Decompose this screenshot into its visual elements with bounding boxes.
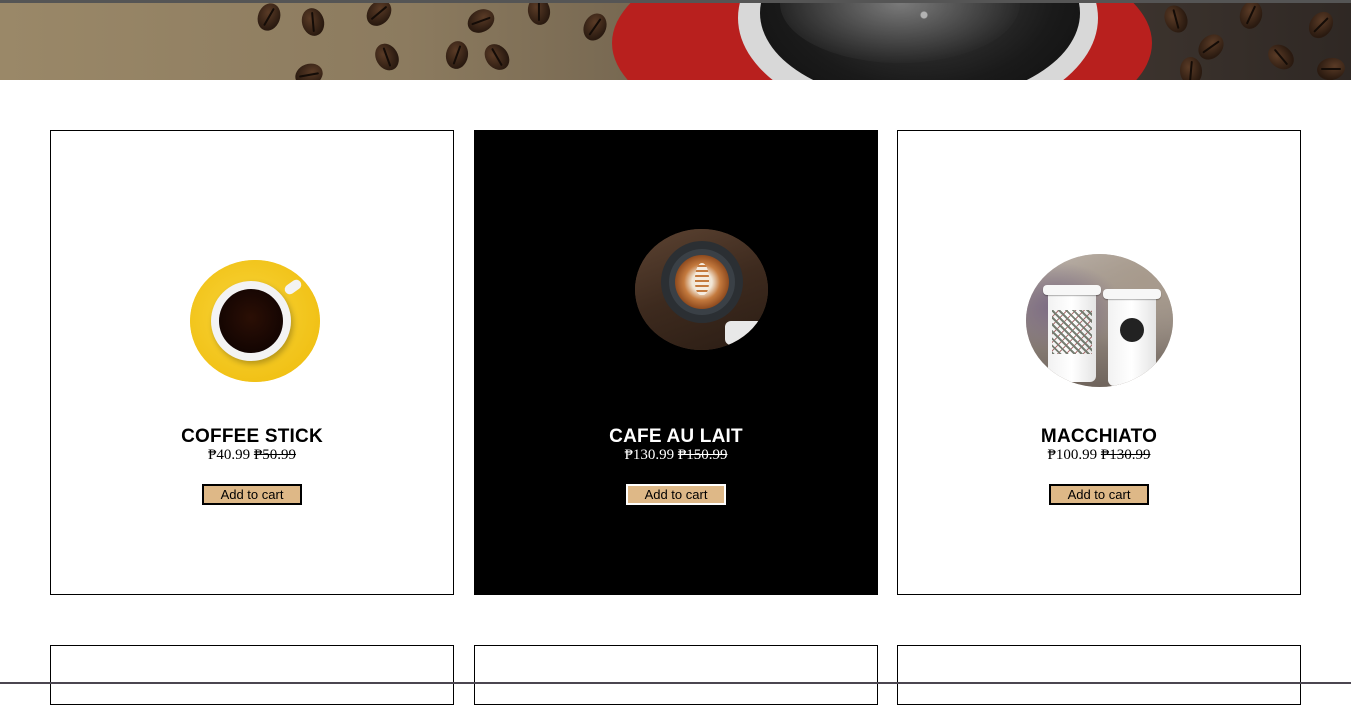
product-card-partial: [50, 645, 454, 705]
product-price: ₱130.99 ₱150.99: [475, 447, 877, 464]
add-to-cart-button[interactable]: Add to cart: [625, 483, 727, 506]
current-price: ₱130.99: [624, 447, 675, 463]
product-card-cafe-au-lait: CAFE AU LAIT ₱130.99 ₱150.99 Add to cart: [474, 130, 878, 595]
product-name: MACCHIATO: [1040, 426, 1158, 447]
coffee-cup-yellow-saucer-icon: [190, 260, 320, 382]
product-card-coffee-stick: COFFEE STICK ₱40.99 ₱50.99 Add to cart: [50, 130, 454, 595]
product-card-macchiato: MACCHIATO ₱100.99 ₱130.99 Add to cart: [897, 130, 1301, 595]
old-price: ₱50.99: [253, 447, 296, 463]
product-price: ₱100.99 ₱130.99: [898, 447, 1300, 464]
product-card-partial: [897, 645, 1301, 705]
product-name: COFFEE STICK: [181, 426, 323, 447]
product-name: CAFE AU LAIT: [609, 426, 743, 447]
old-price: ₱150.99: [677, 447, 728, 463]
add-to-cart-button[interactable]: Add to cart: [1049, 484, 1149, 505]
product-price: ₱40.99 ₱50.99: [51, 447, 453, 464]
old-price: ₱130.99: [1100, 447, 1151, 463]
current-price: ₱40.99: [208, 447, 251, 463]
current-price: ₱100.99: [1047, 447, 1098, 463]
product-card-partial: [474, 645, 878, 705]
paper-coffee-cups-icon: [1026, 254, 1173, 387]
hero-banner: [0, 0, 1351, 80]
add-to-cart-button[interactable]: Add to cart: [202, 484, 302, 505]
latte-art-cup-icon: [635, 229, 768, 350]
